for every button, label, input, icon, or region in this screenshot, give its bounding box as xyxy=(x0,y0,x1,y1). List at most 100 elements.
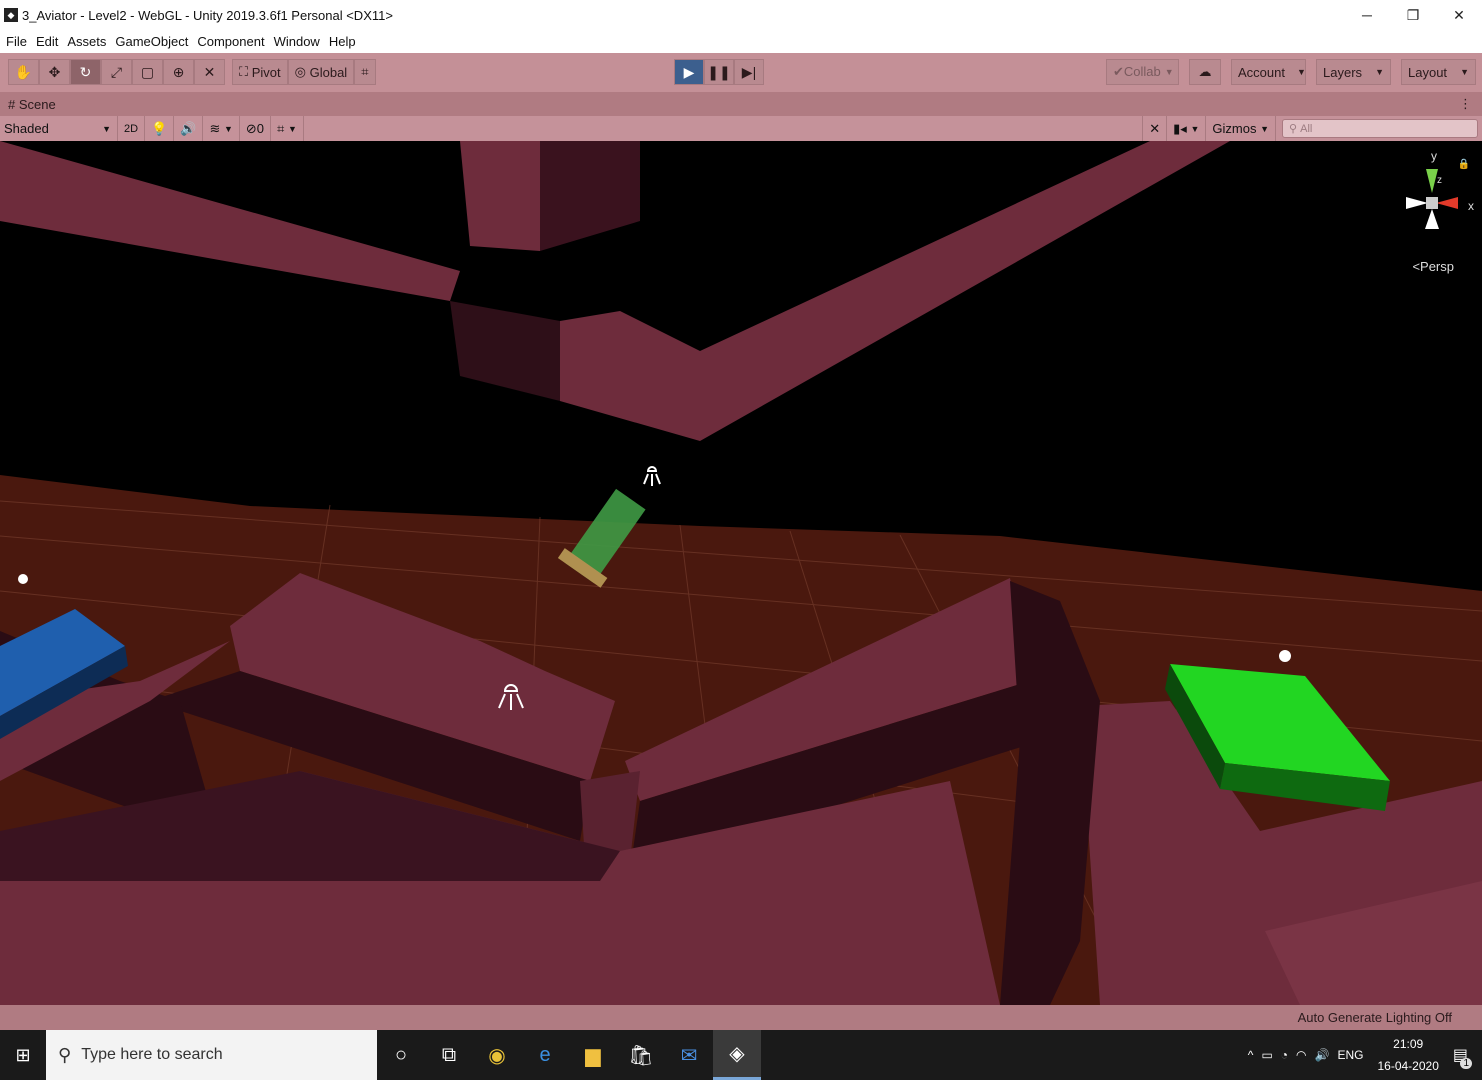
window-title: 3_Aviator - Level2 - WebGL - Unity 2019.… xyxy=(22,7,393,23)
persp-label: Persp xyxy=(1420,259,1454,274)
step-button[interactable]: ▶| xyxy=(734,59,764,85)
cortana-icon[interactable]: ○ xyxy=(377,1030,425,1080)
task-view-icon[interactable]: ⧉ xyxy=(425,1030,473,1080)
chevron-down-icon: ▼ xyxy=(1375,67,1384,77)
lighting-status[interactable]: Auto Generate Lighting Off xyxy=(1298,1010,1452,1025)
gizmos-dropdown[interactable]: Gizmos ▼ xyxy=(1206,116,1276,141)
menu-gameobject[interactable]: GameObject xyxy=(115,34,188,49)
wall-upper-left xyxy=(0,141,460,301)
start-button[interactable]: ⊞ xyxy=(0,1030,46,1080)
menu-file[interactable]: File xyxy=(6,34,27,49)
taskbar-search-input[interactable]: ⚲ Type here to search xyxy=(46,1030,377,1080)
more-options-icon[interactable]: ⋮ xyxy=(1459,96,1472,112)
custom-tool-icon[interactable]: ✕ xyxy=(194,59,225,85)
shading-label: Shaded xyxy=(4,121,49,136)
scene-search-input[interactable]: ⚲ All xyxy=(1282,119,1478,138)
taskbar-search-placeholder: Type here to search xyxy=(81,1046,223,1063)
pivot-label: Pivot xyxy=(251,64,281,80)
pause-icon: ❚❚ xyxy=(707,63,731,80)
close-button[interactable]: ✕ xyxy=(1436,0,1482,30)
language-indicator[interactable]: ENG xyxy=(1337,1048,1363,1062)
layers-dropdown[interactable]: Layers ▼ xyxy=(1316,59,1391,85)
volume-icon[interactable]: 🔊 xyxy=(1315,1048,1330,1062)
eye-slash-icon: ⊘ xyxy=(245,120,257,136)
mail-icon[interactable]: ✉ xyxy=(665,1030,713,1080)
wifi-icon[interactable]: ◠ xyxy=(1296,1048,1306,1062)
maximize-button[interactable]: ❐ xyxy=(1390,0,1436,30)
lightbulb-icon: 💡 xyxy=(151,120,168,136)
tools-toggle[interactable]: ✕ xyxy=(1142,116,1168,141)
notification-icon[interactable]: ▤ 1 xyxy=(1453,1045,1472,1069)
file-explorer-icon[interactable]: ▆ xyxy=(569,1030,617,1080)
edge-icon[interactable]: e xyxy=(521,1030,569,1080)
globe-icon: ◎ xyxy=(294,64,306,79)
store-icon[interactable]: 🛍 xyxy=(617,1030,665,1080)
move-tool-icon[interactable]: ✥ xyxy=(39,59,70,85)
minimize-button[interactable]: ─ xyxy=(1344,0,1390,30)
gizmos-group: ✕ ▮◂ ▼ Gizmos ▼ xyxy=(1142,116,1276,141)
pause-button[interactable]: ❚❚ xyxy=(704,59,734,85)
scene-viewport[interactable]: y x z 🔒 <Persp xyxy=(0,141,1482,1005)
unity-app-icon: ◆ xyxy=(4,8,18,22)
rotate-tool-icon[interactable]: ↻ xyxy=(70,59,101,85)
account-dropdown[interactable]: Account ▼ xyxy=(1231,59,1306,85)
check-icon: ✔ xyxy=(1113,64,1124,79)
snap-button[interactable]: ⌗ xyxy=(354,59,376,85)
shading-mode-dropdown[interactable]: Shaded ▼ xyxy=(0,116,118,141)
clock[interactable]: 21:09 16-04-2020 xyxy=(1377,1033,1438,1077)
collab-label: Collab xyxy=(1123,64,1161,79)
lock-icon[interactable]: 🔒 xyxy=(1458,159,1470,170)
scene-render xyxy=(0,141,1482,1005)
grid-dropdown[interactable]: ⌗ ▼ xyxy=(271,116,304,141)
hidden-count: 0 xyxy=(256,121,265,136)
notification-count: 1 xyxy=(1460,1058,1472,1069)
show-hidden-icons-icon[interactable]: ^ xyxy=(1248,1048,1254,1062)
lighting-toggle[interactable]: 💡 xyxy=(145,116,175,141)
pivot-icon: ⛶ xyxy=(239,64,249,79)
menu-bar: File Edit Assets GameObject Component Wi… xyxy=(0,30,1482,53)
hidden-objects-toggle[interactable]: ⊘ 0 xyxy=(240,116,272,141)
rect-tool-icon[interactable]: ▢ xyxy=(132,59,163,85)
menu-assets[interactable]: Assets xyxy=(67,34,106,49)
axis-y-label: y xyxy=(1431,149,1437,163)
wall-upper-pillar-side xyxy=(540,141,640,251)
network-icon[interactable]: ◔ xyxy=(1281,1048,1288,1062)
menu-edit[interactable]: Edit xyxy=(36,34,58,49)
menu-help[interactable]: Help xyxy=(329,34,356,49)
chevron-down-icon: ▼ xyxy=(1164,67,1174,77)
system-tray: ^ ▭ ◔ ◠ 🔊 ENG 21:09 16-04-2020 ▤ 1 xyxy=(1244,1030,1482,1080)
windows-taskbar: ⊞ ⚲ Type here to search ○ ⧉ ◉ e ▆ 🛍 ✉ ◈ … xyxy=(0,1030,1482,1080)
scene-tab-label: Scene xyxy=(18,96,56,112)
collab-dropdown[interactable]: ✔Collab ▼ xyxy=(1106,59,1179,85)
camera-dropdown[interactable]: ▮◂ ▼ xyxy=(1167,116,1207,141)
cloud-button[interactable]: ☁ xyxy=(1189,59,1221,85)
orientation-gizmo xyxy=(1406,169,1458,229)
pivot-button[interactable]: ⛶ Pivot xyxy=(232,59,288,85)
scene-tab[interactable]: # Scene ⋮ xyxy=(0,92,1482,116)
chevron-down-icon: ▼ xyxy=(1260,123,1269,134)
global-button[interactable]: ◎ Global xyxy=(287,59,355,85)
scale-tool-icon[interactable]: ⤢ xyxy=(101,59,132,85)
cloud-icon: ☁ xyxy=(1198,64,1212,79)
play-controls: ▶ ❚❚ ▶| xyxy=(674,59,764,85)
gizmos-label: Gizmos xyxy=(1212,121,1257,136)
hand-tool-icon[interactable]: ✋ xyxy=(8,59,39,85)
clock-date: 16-04-2020 xyxy=(1377,1059,1439,1073)
effects-dropdown[interactable]: ≋ ▼ xyxy=(203,116,240,141)
windows-logo-icon: ⊞ xyxy=(15,1044,31,1065)
menu-component[interactable]: Component xyxy=(197,34,264,49)
play-icon: ▶ xyxy=(683,63,695,80)
battery-icon[interactable]: ▭ xyxy=(1261,1048,1272,1062)
transform-tool-icon[interactable]: ⊕ xyxy=(163,59,194,85)
projection-toggle[interactable]: <Persp xyxy=(1412,259,1454,274)
chrome-icon[interactable]: ◉ xyxy=(473,1030,521,1080)
speaker-icon: 🔊 xyxy=(180,120,197,136)
unity-taskbar-icon[interactable]: ◈ xyxy=(713,1030,761,1080)
play-button[interactable]: ▶ xyxy=(674,59,704,85)
layers-label: Layers xyxy=(1323,64,1363,80)
toggle-2d-button[interactable]: 2D xyxy=(118,116,146,141)
status-bar: Auto Generate Lighting Off xyxy=(0,1005,1482,1030)
menu-window[interactable]: Window xyxy=(274,34,320,49)
audio-toggle[interactable]: 🔊 xyxy=(174,116,204,141)
layout-dropdown[interactable]: Layout ▼ xyxy=(1401,59,1476,85)
